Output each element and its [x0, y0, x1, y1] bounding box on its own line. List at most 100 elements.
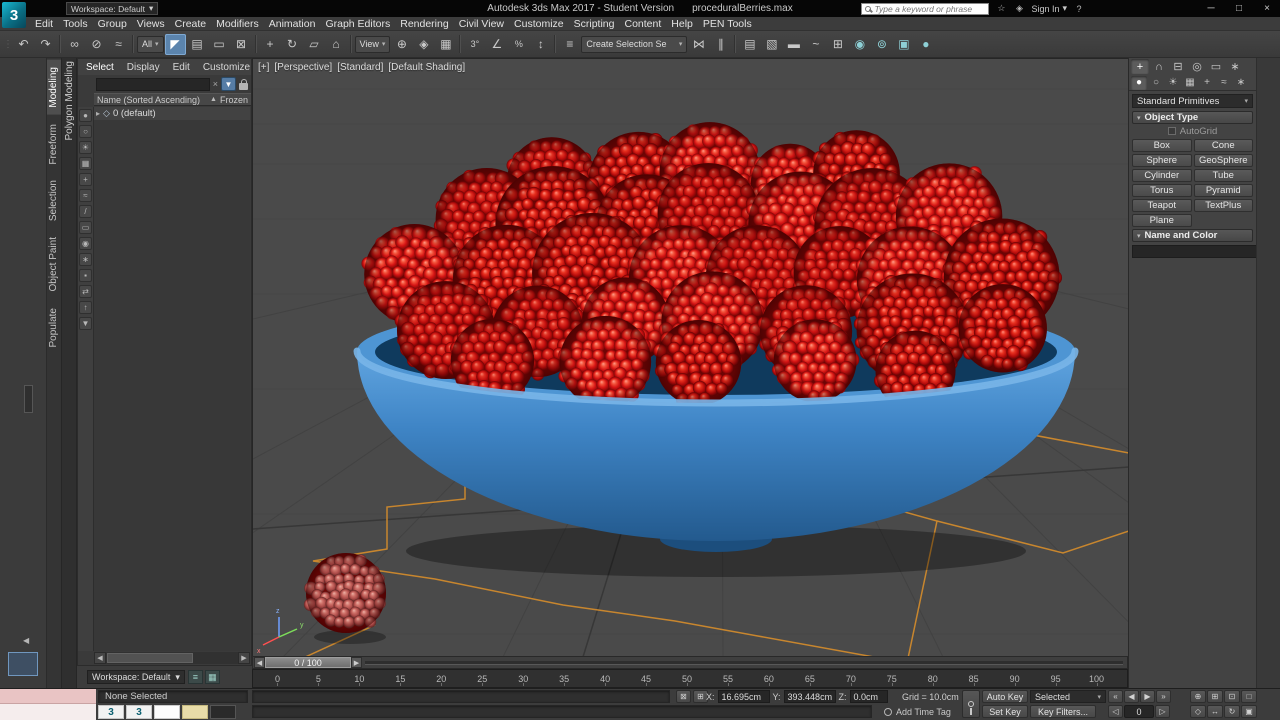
scene-object-list[interactable]: ▸ ◇ 0 (default) — [94, 107, 250, 651]
menu-rendering[interactable]: Rendering — [395, 18, 453, 30]
taskbar-folder[interactable] — [182, 705, 208, 719]
help-search-box[interactable] — [861, 2, 990, 15]
panel-tab-hierarchy[interactable]: ⊟ — [1169, 59, 1187, 74]
explorer-display-space-warps-toggle[interactable]: ≈ — [79, 189, 92, 202]
zoom-extents-button[interactable]: ⊡ — [1224, 690, 1240, 703]
explorer-display-materials-toggle[interactable]: ◉ — [79, 237, 92, 250]
spinner-snap-toggle[interactable]: ↕ — [530, 34, 551, 55]
go-to-start-button[interactable]: « — [1108, 690, 1123, 703]
ribbon-tab-selection[interactable]: Selection — [47, 173, 61, 228]
key-filters-button[interactable]: Key Filters... — [1030, 705, 1096, 718]
zoom-all-button[interactable]: ⊞ — [1207, 690, 1223, 703]
toggle-scene-explorer-button[interactable]: ▤ — [739, 34, 760, 55]
select-and-scale-button[interactable]: ▱ — [304, 34, 325, 55]
menu-content[interactable]: Content — [619, 18, 666, 30]
object-type-button[interactable]: Teapot — [1132, 199, 1192, 212]
expander-icon[interactable]: ▸ — [96, 109, 100, 118]
explorer-display-cameras-toggle[interactable]: ▦ — [79, 157, 92, 170]
curve-editor-button[interactable]: ~ — [805, 34, 826, 55]
collapse-arrow-icon[interactable]: ◀ — [23, 636, 29, 645]
mirror-button[interactable]: ⋈ — [688, 34, 709, 55]
primitive-category-dropdown[interactable]: Standard Primitives ▾ — [1132, 94, 1253, 108]
z-coordinate-field[interactable]: 0.0cm — [849, 690, 888, 703]
category-lights[interactable]: ☀ — [1165, 76, 1181, 90]
scroll-right-icon[interactable]: ▶ — [238, 652, 250, 664]
select-and-manipulate-button[interactable]: ◈ — [413, 34, 434, 55]
menu-tools[interactable]: Tools — [58, 18, 93, 30]
explorer-config-button[interactable]: ≡ — [187, 670, 203, 684]
align-button[interactable]: ∥ — [710, 34, 731, 55]
object-type-button[interactable]: Tube — [1193, 169, 1253, 182]
workspace-dropdown[interactable]: Workspace: Default ▾ — [66, 2, 159, 15]
reference-coordinate-dropdown[interactable]: View ▾ — [354, 35, 391, 53]
search-input[interactable] — [874, 3, 987, 14]
object-type-button[interactable]: Cylinder — [1132, 169, 1192, 182]
ribbon-tab-modeling[interactable]: Modeling — [47, 60, 61, 115]
category-helpers[interactable]: + — [1199, 76, 1215, 90]
panel-tab-modify[interactable]: ∩ — [1150, 59, 1168, 74]
ribbon-tab-freeform[interactable]: Freeform — [47, 117, 61, 172]
column-frozen[interactable]: Frozen — [220, 95, 248, 105]
menu-edit[interactable]: Edit — [30, 18, 58, 30]
object-type-button[interactable]: Plane — [1132, 214, 1192, 227]
toggle-layer-explorer-button[interactable]: ▧ — [761, 34, 782, 55]
sign-in-button[interactable]: Sign In ▾ — [1031, 3, 1067, 14]
previous-frame-arrow-icon[interactable]: ◀ — [254, 657, 265, 668]
explorer-sync-selection-toggle[interactable]: ⇄ — [79, 285, 92, 298]
select-object-button[interactable]: ◤ — [164, 33, 186, 55]
object-type-button[interactable]: Pyramid — [1193, 184, 1253, 197]
selection-lock-toggle[interactable]: ⊠ — [676, 690, 691, 703]
render-production-button[interactable]: ● — [915, 34, 936, 55]
explorer-search-input[interactable] — [96, 77, 210, 91]
communication-center-icon[interactable]: ◈ — [1011, 2, 1027, 15]
app-menu-button[interactable]: 3 — [2, 2, 26, 28]
auto-key-button[interactable]: Auto Key — [982, 690, 1028, 703]
explorer-display-frozen-toggle[interactable]: ∗ — [79, 253, 92, 266]
menu-customize[interactable]: Customize — [509, 18, 569, 30]
explorer-display-helpers-toggle[interactable]: + — [79, 173, 92, 186]
explorer-pick-parent-button[interactable]: ↑ — [79, 301, 92, 314]
set-key-button[interactable]: Set Key — [982, 705, 1028, 718]
explorer-layout-button[interactable]: ▦ — [204, 670, 220, 684]
taskbar-3dsmax-2[interactable]: 3 — [126, 705, 152, 719]
field-of-view-button[interactable]: ◇ — [1190, 705, 1206, 718]
previous-key-button[interactable]: ◁ — [1108, 705, 1123, 718]
viewport-menu-standard[interactable]: [Standard] — [337, 62, 383, 73]
snaps-toggle-3d[interactable]: 3° — [464, 34, 485, 55]
percent-snap-toggle[interactable]: % — [508, 34, 529, 55]
scroll-left-icon[interactable]: ◀ — [94, 652, 106, 664]
use-pivot-point-button[interactable]: ⊕ — [391, 34, 412, 55]
select-and-move-button[interactable]: + — [260, 34, 281, 55]
maxscript-listener-input[interactable] — [0, 704, 96, 720]
unlink-selection-button[interactable]: ⊘ — [86, 34, 107, 55]
column-name[interactable]: Name (Sorted Ascending) — [97, 95, 207, 105]
edit-named-selection-sets-button[interactable]: ≡ — [559, 34, 580, 55]
close-button[interactable]: × — [1255, 1, 1279, 16]
explorer-horizontal-scrollbar[interactable]: ◀ ▶ — [94, 652, 250, 664]
zoom-button[interactable]: ⊕ — [1190, 690, 1206, 703]
viewport-menu-pov[interactable]: [Perspective] — [274, 62, 332, 73]
minimize-button[interactable]: ─ — [1199, 1, 1223, 16]
key-mode-dropdown[interactable]: Selected ▾ — [1030, 690, 1106, 703]
track-bar[interactable]: 0 5 10 15 20 25 30 35 40 45 50 55 60 65 70 75 80 85 90 95 10… — [252, 669, 1128, 688]
maximize-button[interactable]: □ — [1227, 1, 1251, 16]
object-type-rollout-header[interactable]: ▾ Object Type — [1132, 111, 1253, 124]
material-editor-button[interactable]: ◉ — [849, 34, 870, 55]
menu-graph-editors[interactable]: Graph Editors — [320, 18, 395, 30]
time-slider[interactable]: ◀ 0 / 100 ▶ — [252, 656, 1128, 669]
ribbon-tab-populate[interactable]: Populate — [47, 301, 61, 354]
bind-to-space-warp-button[interactable]: ≈ — [108, 34, 129, 55]
orbit-button[interactable]: ↻ — [1224, 705, 1240, 718]
menu-civil-view[interactable]: Civil View — [454, 18, 509, 30]
ribbon-panel-polygon-modeling[interactable]: Polygon Modeling — [64, 61, 75, 141]
explorer-display-bones-toggle[interactable]: / — [79, 205, 92, 218]
help-icon[interactable]: ? — [1071, 2, 1087, 15]
selection-filter-dropdown[interactable]: All ▾ — [137, 35, 164, 53]
window-crossing-toggle[interactable]: ⊠ — [231, 34, 252, 55]
explorer-display-geometry-toggle[interactable]: ● — [79, 109, 92, 122]
add-time-tag-button[interactable]: Add Time Tag — [884, 707, 951, 717]
object-type-button[interactable]: Cone — [1193, 139, 1253, 152]
zoom-region-button[interactable]: □ — [1241, 690, 1257, 703]
menu-animation[interactable]: Animation — [264, 18, 321, 30]
current-frame-field[interactable]: 0 — [1124, 705, 1154, 718]
